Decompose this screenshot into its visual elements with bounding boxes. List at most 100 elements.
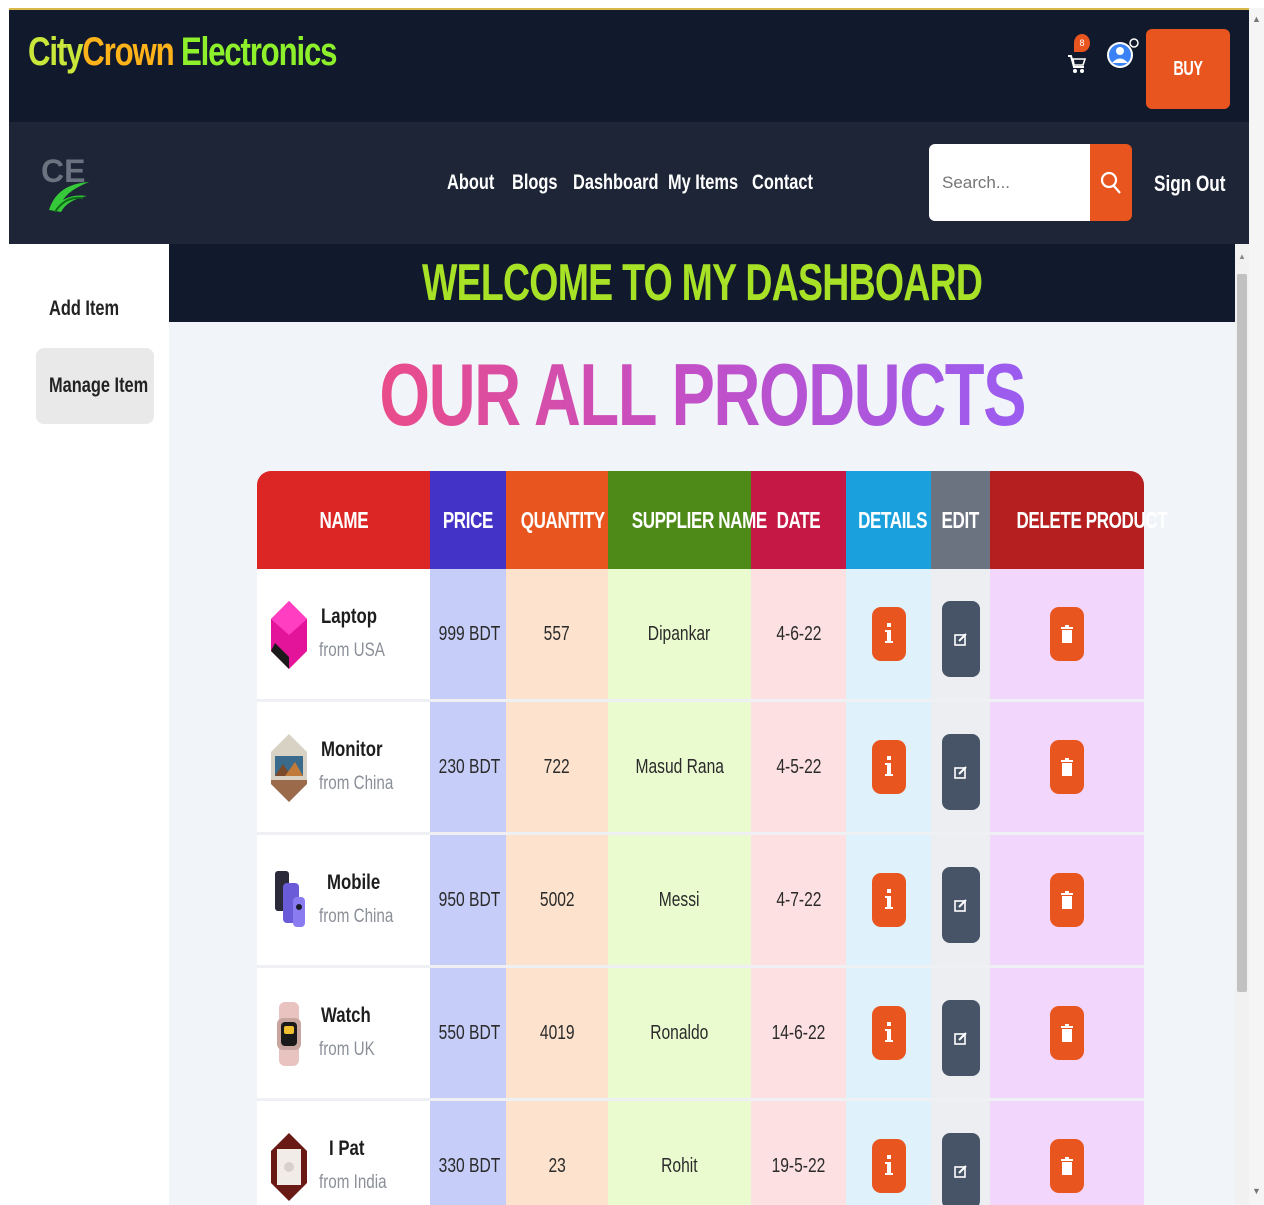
price-cell: 550 BDT [430,968,506,1101]
cart-icon[interactable] [1066,50,1088,76]
sign-out-link[interactable]: Sign Out [1154,171,1225,197]
table-header-row: NAME PRICE QUANTITY SUPPLIER NAME DATE D… [257,471,1168,569]
products-title-wrap: OUR ALL PRODUCTS [169,340,1235,450]
name-cell: Laptop from USA [257,569,430,702]
trash-icon [1061,891,1073,909]
name-cell: I Pat from India [257,1101,430,1205]
details-button[interactable] [871,1139,906,1193]
search-icon [1100,171,1121,194]
quantity-cell: 722 [506,702,608,835]
price-cell: 330 BDT [430,1101,506,1205]
product-name: I Pat [329,1137,365,1160]
scroll-up-arrow-icon[interactable]: ▲ [1238,252,1246,261]
column-header-details: DETAILS [846,471,931,569]
name-cell: Monitor from China [257,702,430,835]
nav-link-blogs[interactable]: Blogs [512,171,558,195]
sidebar: Add Item Manage Item [9,244,169,1205]
delete-button[interactable] [1050,607,1084,661]
edit-button[interactable] [941,1133,980,1205]
details-button[interactable] [871,607,906,661]
content-scrollbar[interactable]: ▲ [1235,244,1249,1205]
sidebar-item-manage-item[interactable]: Manage Item [36,348,154,424]
main-content: WELCOME TO MY DASHBOARD OUR ALL PRODUCTS… [169,244,1235,1205]
delete-cell [990,1101,1144,1205]
product-image-watch [277,1002,301,1066]
date-cell: 4-6-22 [751,569,846,702]
price-cell: 999 BDT [430,569,506,702]
delete-button[interactable] [1050,1139,1084,1193]
brand-logo-text[interactable]: CityCrown Electronics [28,30,338,75]
edit-icon [953,899,967,912]
edit-button[interactable] [941,867,980,943]
logo-icon[interactable]: CE [39,148,95,218]
products-table: NAME PRICE QUANTITY SUPPLIER NAME DATE D… [257,471,1168,1205]
info-icon [884,623,893,643]
buy-now-button[interactable]: BUY NOW [1146,29,1230,160]
quantity-cell: 5002 [506,835,608,968]
column-header-delete: DELETE PRODUCT [990,471,1168,569]
product-name: Watch [321,1004,371,1027]
delete-cell [990,835,1144,968]
edit-icon [953,1032,967,1045]
name-cell: Watch from UK [257,968,430,1101]
nav-link-contact[interactable]: Contact [752,171,813,195]
delete-button[interactable] [1050,740,1084,794]
edit-cell [931,702,990,835]
trash-icon [1061,758,1073,776]
window-scrollbar[interactable]: ▲ ▼ [1249,8,1264,1205]
edit-cell [931,569,990,702]
details-cell [846,835,931,968]
date-cell: 19-5-22 [751,1101,846,1205]
edit-icon [953,766,967,779]
table-row: Laptop from USA 999 BDT 557 Dipankar 4-6… [257,569,1144,702]
details-button[interactable] [871,873,906,927]
edit-button[interactable] [941,1000,980,1076]
sidebar-item-add-item[interactable]: Add Item [36,271,154,347]
main-navbar: CE About Blogs Dashboard My Items Contac… [9,122,1249,244]
user-icon[interactable] [1102,34,1142,74]
table-row: I Pat from India 330 BDT 23 Rohit 19-5-2… [257,1101,1144,1205]
delete-button[interactable] [1050,1006,1084,1060]
page-title: OUR ALL PRODUCTS [379,340,1026,450]
date-cell: 4-7-22 [751,835,846,968]
product-origin: from USA [319,640,385,661]
price-cell: 950 BDT [430,835,506,968]
welcome-heading: WELCOME TO MY DASHBOARD [421,254,983,312]
details-button[interactable] [871,1006,906,1060]
details-cell [846,702,931,835]
content-scrollbar-thumb[interactable] [1237,274,1247,992]
delete-button[interactable] [1050,873,1084,927]
brand-part-1: City [28,30,83,74]
brand-part-2: Crown [82,30,174,74]
column-header-edit: EDIT [931,471,990,569]
details-button[interactable] [871,740,906,794]
product-origin: from UK [319,1039,375,1060]
edit-button[interactable] [941,601,980,677]
delete-cell [990,569,1144,702]
edit-icon [953,1165,967,1178]
column-header-supplier: SUPPLIER NAME [608,471,767,569]
product-origin: from India [319,1172,387,1193]
date-cell: 14-6-22 [751,968,846,1101]
edit-cell [931,1101,990,1205]
search-input[interactable] [929,144,1092,221]
table-row: Mobile from China 950 BDT 5002 Messi 4-7… [257,835,1144,968]
info-icon [884,756,893,776]
edit-button[interactable] [941,734,980,810]
delete-cell [990,968,1144,1101]
nav-link-my-items[interactable]: My Items [668,171,738,195]
info-icon [884,1155,893,1175]
supplier-cell: Messi [608,835,751,968]
quantity-cell: 4019 [506,968,608,1101]
window-scroll-up-icon[interactable]: ▲ [1252,14,1261,24]
nav-link-about[interactable]: About [447,171,494,195]
supplier-cell: Ronaldo [608,968,751,1101]
search-button[interactable] [1090,144,1132,221]
top-header: CityCrown Electronics 8 BUY NOW [9,10,1249,160]
product-image-ipad [271,1133,307,1201]
window-scroll-down-icon[interactable]: ▼ [1252,1186,1261,1196]
nav-link-dashboard[interactable]: Dashboard [573,171,659,195]
product-origin: from China [319,773,394,794]
brand-part-3: Electronics [173,30,338,74]
column-header-quantity: QUANTITY [506,471,608,569]
